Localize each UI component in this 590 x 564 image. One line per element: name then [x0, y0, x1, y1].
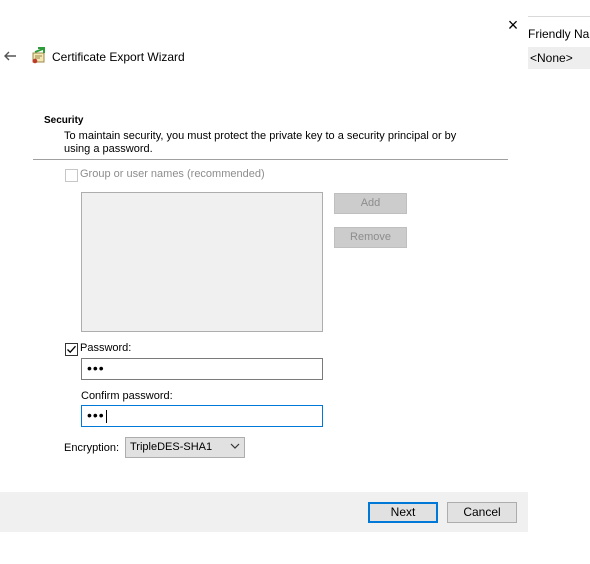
back-arrow-icon: [4, 51, 16, 61]
cancel-button[interactable]: Cancel: [447, 502, 517, 523]
section-description: To maintain security, you must protect t…: [64, 130, 457, 155]
password-input[interactable]: •••: [81, 358, 323, 380]
group-or-user-names-checkbox[interactable]: [65, 169, 78, 182]
encryption-selected-value: TripleDES-SHA1: [130, 441, 213, 453]
confirm-password-value: •••: [87, 407, 105, 423]
chevron-down-icon: [230, 443, 240, 449]
remove-button[interactable]: Remove: [334, 227, 407, 248]
encryption-label: Encryption:: [64, 442, 120, 454]
close-button[interactable]: ×: [503, 16, 523, 36]
password-label: Password:: [80, 342, 132, 354]
back-button[interactable]: [2, 48, 18, 64]
close-icon: ×: [507, 15, 519, 35]
next-button[interactable]: Next: [368, 502, 438, 523]
section-divider: [33, 159, 508, 160]
group-or-user-names-list[interactable]: [81, 192, 323, 332]
section-title: Security: [44, 115, 84, 126]
encryption-select[interactable]: TripleDES-SHA1: [125, 437, 245, 458]
confirm-password-input[interactable]: •••: [81, 405, 323, 427]
background-column-header-label: Friendly Nam: [528, 27, 590, 41]
background-row-label: <None>: [530, 51, 573, 65]
password-checkbox[interactable]: [65, 343, 78, 356]
background-window: [528, 0, 590, 564]
add-button[interactable]: Add: [334, 193, 407, 214]
group-or-user-names-label: Group or user names (recommended): [80, 168, 265, 180]
confirm-password-label: Confirm password:: [81, 390, 173, 402]
wizard-title: Certificate Export Wizard: [52, 50, 185, 64]
checkmark-icon: [67, 345, 76, 354]
certificate-wizard-icon: [30, 47, 48, 65]
text-cursor: [105, 409, 107, 423]
